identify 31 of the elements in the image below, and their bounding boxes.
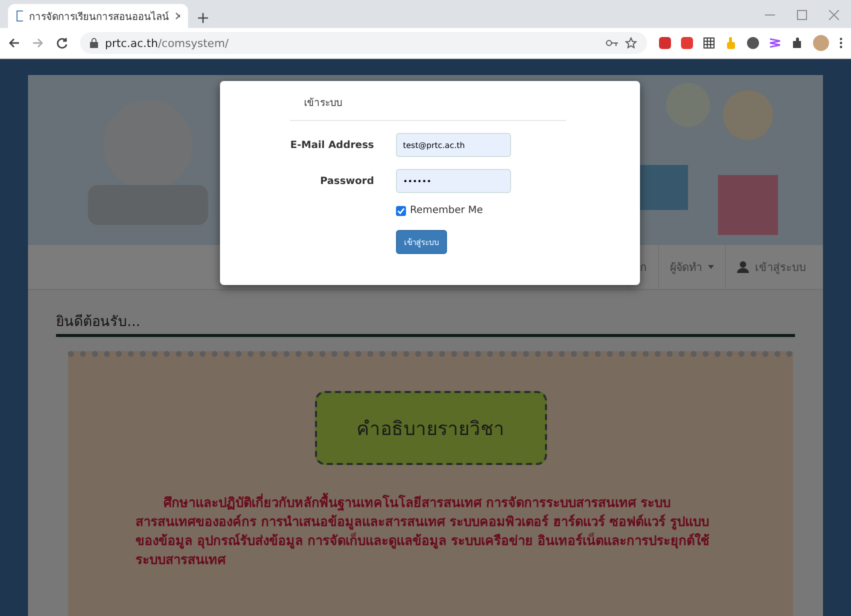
grid-icon[interactable] [703, 37, 715, 49]
remember-checkbox[interactable] [396, 206, 406, 216]
poster-title: คำอธิบายรายวิชา [314, 391, 546, 465]
checkbox-label: Remember Me [410, 205, 483, 216]
input-field[interactable]: test@prtc.ac.th [396, 133, 511, 157]
wave-extension-icon[interactable] [769, 37, 781, 49]
page-icon [16, 10, 24, 22]
login-button[interactable]: เข้าสู่ระบบ [396, 230, 447, 254]
user-icon [737, 261, 749, 273]
input-field[interactable]: •••••• [396, 169, 511, 193]
welcome-heading: ยินดีต้อนรับ... [56, 310, 795, 337]
address-bar[interactable]: prtc.ac.th/comsystem/ [80, 32, 647, 54]
lock-icon [90, 38, 98, 48]
thumbs-up-icon[interactable] [725, 37, 737, 49]
back-icon[interactable] [8, 37, 20, 49]
dialog-title: เข้าระบบ [290, 81, 566, 121]
key-icon[interactable] [606, 39, 618, 47]
menu-icon[interactable] [839, 37, 843, 49]
browser-tab[interactable]: การจัดการเรียนการสอนออนไลน์ [8, 4, 188, 28]
field-label: Password [319, 176, 374, 186]
url-text: prtc.ac.th/comsystem/ [105, 36, 229, 50]
reload-icon[interactable] [56, 37, 68, 49]
circle-extension-icon[interactable] [747, 37, 759, 49]
course-description: ศึกษาและปฏิบัติเกี่ยวกับหลักพื้นฐานเทคโนโลยีสารสนเทศ การจัดการระบบสารสนเทศ ระบบสารสนเทศขององค์กร การนำเสนอข้อมูลและสารสนเทศ ระบบคอมพิวเตอร์ ฮาร์ดแวร์ ซอฟต์แวร์ รูปแบบของข้อมูล อุปกรณ์รับส่งข้อมูล การจัดเก็บและดูแลข้อมูล ระบบเครือข่าย อินเทอร์เน็ตและการประยุกต์ใช้ระบบสารสนเทศ [136, 495, 726, 570]
field-label: E-Mail Address [290, 140, 374, 150]
tab-title: การจัดการเรียนการสอนออนไลน์ [29, 10, 170, 24]
new-tab-icon[interactable] [198, 13, 208, 23]
caret-icon [708, 265, 714, 269]
extension-icon[interactable] [681, 37, 693, 49]
star-icon[interactable] [625, 37, 637, 49]
maximize-icon[interactable] [797, 10, 807, 20]
